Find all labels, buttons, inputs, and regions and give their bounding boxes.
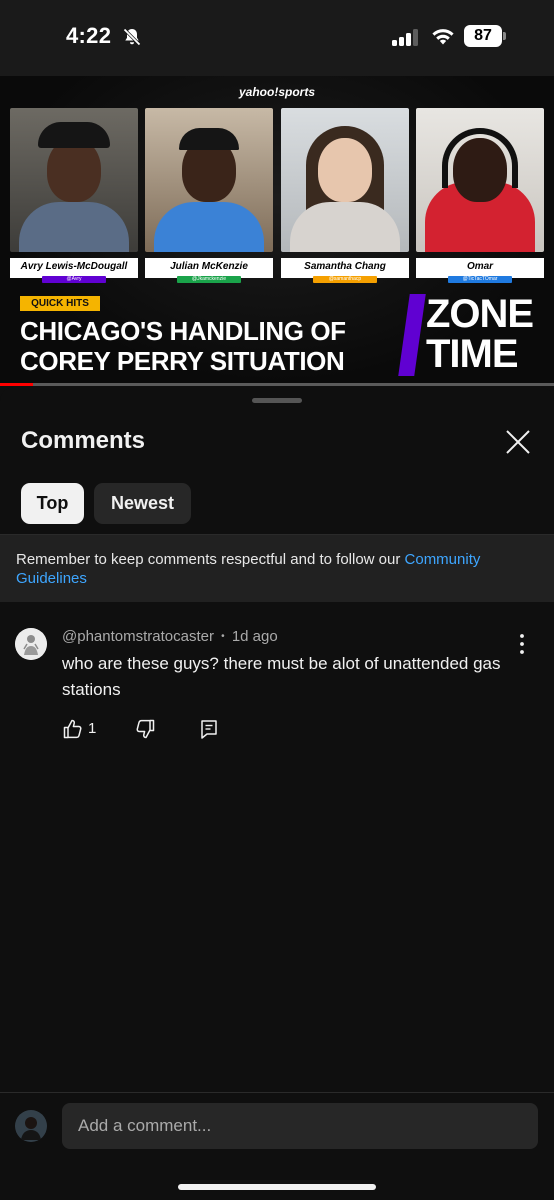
meta-separator: • <box>221 631 225 642</box>
panelist-handle-2: @Jkamckenzie <box>177 276 241 283</box>
panelist-handle-1: @Avry <box>42 276 106 283</box>
panelist-handle-3: @samanthacp <box>313 276 377 283</box>
panelist-tile-3 <box>281 108 409 252</box>
panelist-name-1: Avry Lewis-McDougall <box>10 258 138 278</box>
comment-meta: @phantomstratocaster • 1d ago <box>62 628 278 645</box>
video-progress-bar[interactable] <box>0 383 554 386</box>
clock-time: 4:22 <box>66 23 112 48</box>
cellular-signal-icon <box>392 28 422 46</box>
comment-age: 1d ago <box>231 628 278 645</box>
status-bar: 4:22 87 <box>0 0 554 76</box>
headline-line-2: COREY PERRY SITUATION <box>20 346 345 376</box>
panelist-tile-4 <box>416 108 544 252</box>
drag-handle[interactable] <box>252 398 302 403</box>
video-headline: CHICAGO'S HANDLING OF COREY PERRY SITUAT… <box>20 316 400 376</box>
comment-author[interactable]: @phantomstratocaster <box>62 628 214 645</box>
home-indicator <box>178 1184 376 1190</box>
battery-icon: 87 <box>464 25 506 47</box>
community-notice: Remember to keep comments respectful and… <box>0 534 554 602</box>
panelist-handle-4: @TicTacTOmar <box>448 276 512 283</box>
close-icon[interactable] <box>502 426 534 458</box>
zone-time-line-1: ZONE <box>426 292 534 336</box>
video-player[interactable]: yahoo!sports Avry Lewis-McDougall @Avry … <box>0 76 554 386</box>
comment-composer <box>0 1092 554 1200</box>
comment-text: who are these guys? there must be alot o… <box>62 654 501 699</box>
panelist-name-2: Julian McKenzie <box>145 258 273 278</box>
like-count: 1 <box>88 720 97 737</box>
filter-chip-newest[interactable]: Newest <box>94 483 191 524</box>
more-options-icon[interactable] <box>512 632 532 656</box>
quick-hits-tag: QUICK HITS <box>20 296 100 311</box>
comments-panel: Comments Top Newest Remember to keep com… <box>0 387 554 1200</box>
reply-icon[interactable] <box>198 718 220 740</box>
filter-chip-top[interactable]: Top <box>21 483 84 524</box>
bell-slash-icon <box>123 28 141 46</box>
wifi-icon <box>432 29 454 45</box>
panelist-name-3: Samantha Chang <box>281 258 409 278</box>
notice-text: Remember to keep comments respectful and… <box>16 551 405 568</box>
add-comment-input[interactable] <box>62 1103 538 1149</box>
zone-time-logo: ZONE TIME <box>426 294 550 374</box>
panelist-tile-1 <box>10 108 138 252</box>
user-avatar[interactable] <box>15 1110 47 1142</box>
panelist-name-4: Omar <box>416 258 544 278</box>
comment-item: @phantomstratocaster • 1d ago who are th… <box>0 622 554 742</box>
thumbs-down-icon[interactable] <box>134 718 156 740</box>
yahoo-sports-logo: yahoo!sports <box>238 85 315 99</box>
panelist-tile-2 <box>145 108 273 252</box>
thumbs-up-icon[interactable] <box>62 718 84 740</box>
video-progress-fill <box>0 383 34 386</box>
zone-time-line-2: TIME <box>426 332 519 376</box>
avatar[interactable] <box>15 628 47 660</box>
battery-level: 87 <box>464 25 502 47</box>
comments-title: Comments <box>21 427 146 454</box>
headline-line-1: CHICAGO'S HANDLING OF <box>20 316 346 346</box>
